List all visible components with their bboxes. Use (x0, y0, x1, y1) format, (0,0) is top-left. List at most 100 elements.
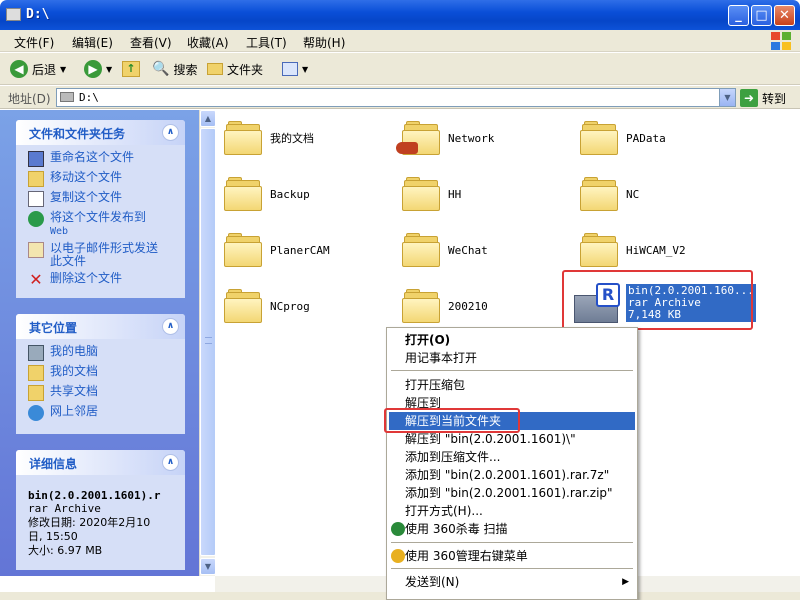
menu-help[interactable]: 帮助(H) (303, 34, 345, 51)
folder-item[interactable]: HH (402, 174, 461, 214)
other-places-header[interactable]: 其它位置 ∧ (16, 314, 185, 339)
minimize-button[interactable]: _ (728, 5, 749, 26)
shared-folder-icon (396, 120, 440, 156)
menu-favorites[interactable]: 收藏(A) (187, 34, 229, 51)
place-my-documents[interactable]: 我的文档 (28, 365, 175, 381)
views-button[interactable]: ▼ (282, 59, 308, 79)
go-label: 转到 (762, 91, 787, 106)
task-delete[interactable]: ✕ 删除这个文件 (28, 272, 175, 288)
file-tasks-header[interactable]: 文件和文件夹任务 ∧ (16, 120, 185, 145)
back-button[interactable]: ◀ 后退 ▼ (10, 59, 66, 79)
up-folder-button[interactable]: ↑ (122, 59, 140, 79)
folder-icon (224, 288, 262, 324)
search-button[interactable]: 🔍 搜索 (152, 59, 197, 79)
folder-item[interactable]: PAData (580, 118, 666, 158)
folders-button[interactable]: 文件夹 (207, 59, 263, 79)
menu-view[interactable]: 查看(V) (130, 34, 172, 51)
folder-item[interactable]: Network (396, 118, 494, 158)
menu-add-7z[interactable]: 添加到 "bin(2.0.2001.1601).rar.7z" (389, 466, 635, 484)
copy-icon (28, 191, 44, 207)
collapse-icon[interactable]: ∧ (162, 318, 179, 335)
folder-icon (402, 288, 440, 324)
task-publish[interactable]: 将这个文件发布到 Web (28, 211, 175, 238)
drive-icon (6, 8, 21, 21)
address-input[interactable]: D:\ ▼ (56, 88, 736, 107)
folder-icon (224, 120, 262, 156)
menu-edit[interactable]: 编辑(E) (72, 34, 113, 51)
menu-separator (391, 542, 633, 543)
folder-icon (580, 232, 618, 268)
forward-dropdown-icon[interactable]: ▼ (106, 65, 112, 74)
folder-item[interactable]: 200210 (402, 286, 488, 326)
details-panel: 详细信息 ∧ bin(2.0.2001.1601).r rar Archive … (16, 450, 185, 570)
details-header[interactable]: 详细信息 ∧ (16, 450, 185, 475)
folder-item[interactable]: 我的文档 (224, 118, 314, 158)
place-shared-documents[interactable]: 共享文档 (28, 385, 175, 401)
views-dropdown-icon: ▼ (302, 64, 309, 74)
folder-icon (580, 120, 618, 156)
details-size: 大小: 6.97 MB (28, 544, 103, 557)
go-button[interactable]: ➜ 转到 (740, 88, 786, 108)
address-dropdown-icon[interactable]: ▼ (719, 89, 735, 106)
file-tasks-title: 文件和文件夹任务 (29, 127, 126, 141)
vertical-scrollbar[interactable]: ▲ ▼ (199, 110, 216, 576)
task-rename[interactable]: 重命名这个文件 (28, 151, 175, 167)
menu-extract-here[interactable]: 解压到当前文件夹 (389, 412, 635, 430)
selected-rar-file[interactable]: R bin(2.0.2001.160... rar Archive 7,148 … (572, 280, 756, 326)
menu-open-notepad[interactable]: 用记事本打开 (389, 349, 635, 367)
menu-add-archive[interactable]: 添加到压缩文件... (389, 448, 635, 466)
window-title: D:\ (26, 7, 50, 22)
menu-add-zip[interactable]: 添加到 "bin(2.0.2001.1601).rar.zip" (389, 484, 635, 502)
menu-file[interactable]: 文件(F) (14, 34, 54, 51)
task-move[interactable]: 移动这个文件 (28, 171, 175, 187)
task-copy-label: 复制这个文件 (50, 190, 123, 204)
folder-name: HiWCAM_V2 (626, 243, 686, 257)
task-email[interactable]: 以电子邮件形式发送 此文件 (28, 242, 175, 268)
back-dropdown-icon[interactable]: ▼ (60, 65, 66, 74)
place-my-computer[interactable]: 我的电脑 (28, 345, 175, 361)
menu-360-manage[interactable]: 使用 360管理右键菜单 (389, 547, 635, 565)
folder-item[interactable]: Backup (224, 174, 310, 214)
menu-open-with[interactable]: 打开方式(H)... (389, 502, 635, 520)
scroll-down-icon[interactable]: ▼ (200, 558, 216, 575)
folder-item[interactable]: WeChat (402, 230, 488, 270)
folder-item[interactable]: NCprog (224, 286, 310, 326)
menu-separator (391, 568, 633, 569)
folder-name: NCprog (270, 299, 310, 313)
place-network[interactable]: 网上邻居 (28, 405, 175, 421)
scroll-up-icon[interactable]: ▲ (200, 110, 216, 127)
menu-extract-to[interactable]: 解压到 (389, 394, 635, 412)
folder-name: HH (448, 187, 462, 201)
folder-icon (207, 63, 223, 75)
menu-open-archive[interactable]: 打开压缩包 (389, 376, 635, 394)
folder-item[interactable]: PlanerCAM (224, 230, 330, 270)
folder-icon (402, 176, 440, 212)
folder-item[interactable]: NC (580, 174, 639, 214)
menu-open[interactable]: 打开(O) (389, 331, 635, 349)
file-tasks-panel: 文件和文件夹任务 ∧ 重命名这个文件 移动这个文件 复制这个文件 将这个文件发布… (16, 120, 185, 298)
menu-tools[interactable]: 工具(T) (246, 34, 287, 51)
menu-send-to[interactable]: 发送到(N) ▶ (389, 573, 635, 591)
collapse-icon[interactable]: ∧ (162, 454, 179, 471)
go-arrow-icon: ➜ (740, 89, 758, 107)
details-modified-time: 日, 15:50 (28, 530, 78, 543)
address-bar: 地址(D) D:\ ▼ ➜ 转到 (0, 86, 800, 109)
selected-file-label: bin(2.0.2001.160... rar Archive 7,148 KB (626, 284, 756, 322)
drive-icon (60, 92, 74, 102)
menu-extract-folder[interactable]: 解压到 "bin(2.0.2001.1601)\" (389, 430, 635, 448)
task-copy[interactable]: 复制这个文件 (28, 191, 175, 207)
windows-logo-icon (771, 32, 791, 50)
folder-item[interactable]: HiWCAM_V2 (580, 230, 686, 270)
collapse-icon[interactable]: ∧ (162, 124, 179, 141)
close-button[interactable]: ✕ (774, 5, 795, 26)
place-my-computer-label: 我的电脑 (50, 344, 99, 358)
maximize-button[interactable]: □ (751, 5, 772, 26)
menu-360-scan[interactable]: 使用 360杀毒 扫描 (389, 520, 635, 538)
scroll-thumb[interactable] (200, 128, 216, 556)
delete-icon: ✕ (29, 270, 43, 289)
menu-360-manage-label: 使用 360管理右键菜单 (405, 549, 528, 563)
folder-name: NC (626, 187, 640, 201)
context-menu: 打开(O) 用记事本打开 打开压缩包 解压到 解压到当前文件夹 解压到 "bin… (386, 327, 638, 600)
forward-button[interactable]: ▶ ▼ (84, 59, 112, 79)
folder-icon (224, 176, 262, 212)
